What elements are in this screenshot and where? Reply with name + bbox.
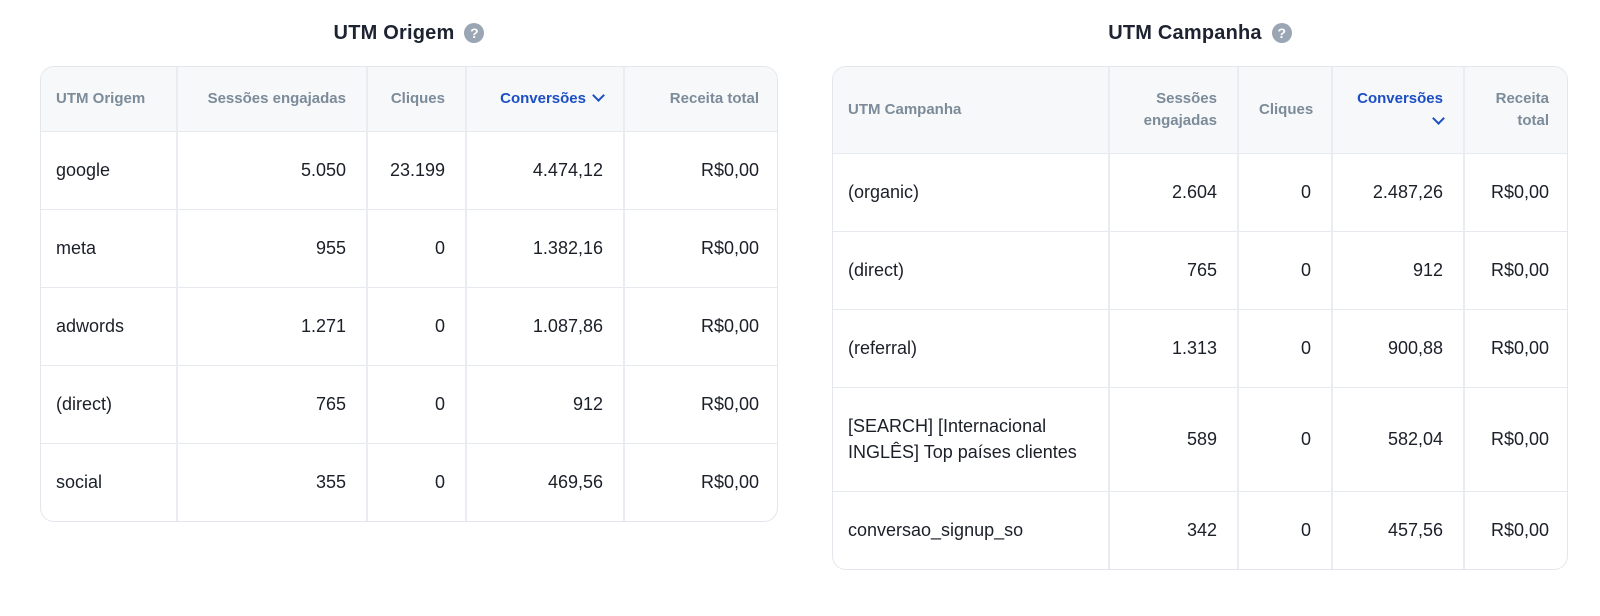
cell-conversoes: 457,56 [1332,491,1465,569]
column-header-conversoes[interactable]: Conversões [466,67,625,132]
cell-utm-origem: (direct) [41,365,178,444]
cell-sessoes-engajadas: 355 [177,443,368,521]
cell-cliques: 0 [367,365,467,444]
cell-conversoes: 1.087,86 [466,287,625,366]
cell-receita-total: R$0,00 [1464,387,1567,492]
cell-cliques: 0 [1238,387,1333,492]
cell-receita-total: R$0,00 [624,287,777,366]
help-icon[interactable]: ? [464,23,485,43]
cell-conversoes: 469,56 [466,443,625,521]
cell-receita-total: R$0,00 [1490,520,1549,541]
table-header-row: UTM Campanha Sessões engajadas Cliques C… [833,67,1567,154]
table-row[interactable]: social 355 0 469,56 R$0,00 [41,443,777,521]
cell-cliques: 23.199 [367,131,467,210]
cell-sessoes-engajadas: 342 [1109,491,1239,569]
cell-conversoes: 582,04 [1332,387,1465,492]
cell-receita-total: R$0,00 [624,365,777,444]
cell-utm-campanha: (direct) [833,231,1110,310]
cell-sessoes-engajadas: 2.604 [1109,153,1239,232]
column-header-utm-campanha[interactable]: UTM Campanha [833,67,1110,154]
table-row[interactable]: adwords 1.271 0 1.087,86 R$0,00 [41,287,777,366]
cell-receita-total: R$0,00 [1464,309,1567,388]
column-header-sessoes-engajadas[interactable]: Sessões engajadas [1109,67,1239,154]
cell-sessoes-engajadas: 765 [177,365,368,444]
utm-origem-panel: UTM Origem ? UTM Origem Sessões engajada… [40,0,778,522]
cell-conversoes: 912 [1332,231,1465,310]
cell-receita-total: R$0,00 [1464,231,1567,310]
help-icon[interactable]: ? [1271,23,1292,43]
panel-title: UTM Origem [333,21,455,44]
table-row[interactable]: (organic) 2.604 0 2.487,26 R$0,00 [833,153,1567,232]
table-row[interactable]: google 5.050 23.199 4.474,12 R$0,00 [41,131,777,210]
cell-receita-total: R$0,00 [624,209,777,288]
cell-receita-total: R$0,00 [624,131,777,210]
cell-utm-origem: meta [41,209,178,288]
table-row[interactable]: (referral) 1.313 0 900,88 R$0,00 [833,309,1567,388]
panel-header: UTM Origem ? [40,0,778,66]
column-header-cliques[interactable]: Cliques [367,67,467,132]
table-header-row: UTM Origem Sessões engajadas Cliques Con… [41,67,777,132]
cell-utm-campanha: conversao_signup_so [833,491,1110,569]
column-header-receita-total[interactable]: Receita total [1464,67,1567,154]
panel-header: UTM Campanha ? [832,0,1568,66]
cell-utm-campanha: [SEARCH] [Internacional INGLÊS] Top país… [833,387,1110,492]
cell-conversoes: 1.382,16 [466,209,625,288]
cell-utm-campanha: (organic) [833,153,1110,232]
panel-title: UTM Campanha [1108,21,1262,44]
cell-sessoes-engajadas: 1.313 [1109,309,1239,388]
cell-receita-total: R$0,00 [700,472,759,493]
table-row[interactable]: [SEARCH] [Internacional INGLÊS] Top país… [833,387,1567,492]
cell-conversoes: 912 [466,365,625,444]
column-header-utm-origem[interactable]: UTM Origem [41,67,178,132]
cell-cliques: 0 [1238,309,1333,388]
cell-utm-origem: google [41,131,178,210]
cell-receita-total: R$0,00 [1464,153,1567,232]
cell-conversoes: 4.474,12 [466,131,625,210]
cell-sessoes-engajadas: 589 [1109,387,1239,492]
cell-cliques: 0 [367,287,467,366]
cell-cliques: 0 [367,443,467,521]
column-header-sessoes-engajadas[interactable]: Sessões engajadas [177,67,368,132]
utm-origem-table: UTM Origem Sessões engajadas Cliques Con… [41,67,777,521]
cell-utm-origem: social [41,443,178,521]
cell-sessoes-engajadas: 1.271 [177,287,368,366]
cell-sessoes-engajadas: 765 [1109,231,1239,310]
table-row[interactable]: (direct) 765 0 912 R$0,00 [41,365,777,444]
utm-origem-table-card: UTM Origem Sessões engajadas Cliques Con… [40,66,778,522]
cell-utm-origem: adwords [41,287,178,366]
table-row[interactable]: conversao_signup_so 342 0 457,56 R$0,00 [833,491,1567,569]
chevron-down-icon [1432,111,1445,125]
utm-campanha-table-card: UTM Campanha Sessões engajadas Cliques C… [832,66,1568,570]
cell-cliques: 0 [1238,153,1333,232]
chevron-down-icon [592,88,605,102]
column-header-receita-total[interactable]: Receita total [624,67,777,132]
utm-campanha-table: UTM Campanha Sessões engajadas Cliques C… [833,67,1567,569]
cell-utm-campanha: (referral) [833,309,1110,388]
column-header-conversoes[interactable]: Conversões [1332,67,1465,154]
utm-campanha-panel: UTM Campanha ? UTM Campanha Sessões enga… [832,0,1568,570]
cell-cliques: 0 [1238,491,1333,569]
table-row[interactable]: meta 955 0 1.382,16 R$0,00 [41,209,777,288]
cell-sessoes-engajadas: 955 [177,209,368,288]
column-header-cliques[interactable]: Cliques [1238,67,1333,154]
table-row[interactable]: (direct) 765 0 912 R$0,00 [833,231,1567,310]
cell-conversoes: 2.487,26 [1332,153,1465,232]
cell-conversoes: 900,88 [1332,309,1465,388]
cell-cliques: 0 [1238,231,1333,310]
cell-sessoes-engajadas: 5.050 [177,131,368,210]
cell-cliques: 0 [367,209,467,288]
